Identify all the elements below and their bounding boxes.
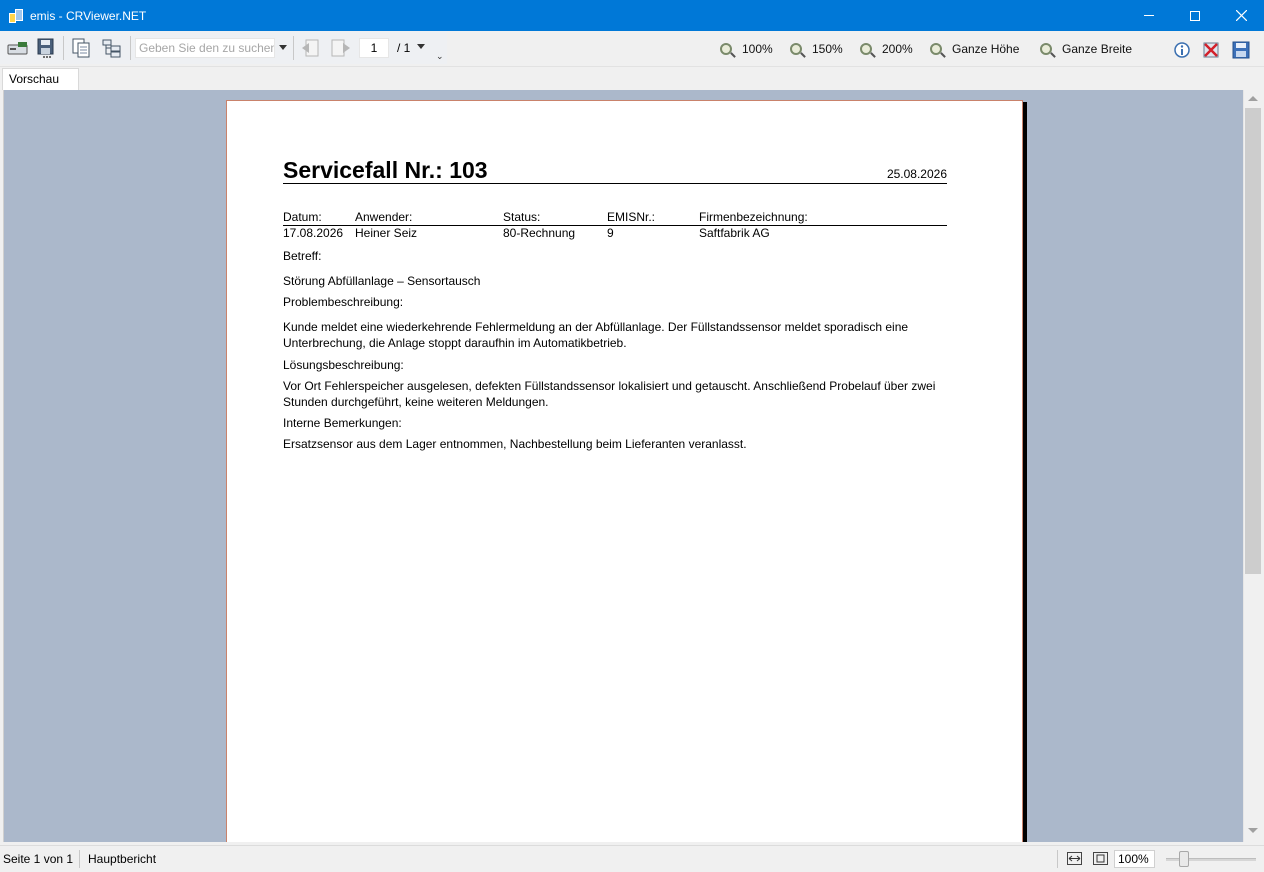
toolbar: Geben Sie den zu suchenden Text ein 1 / … <box>0 31 1264 67</box>
search-dropdown-icon[interactable] <box>279 45 287 50</box>
info-icon <box>1174 42 1190 58</box>
scroll-down-icon[interactable] <box>1248 828 1258 833</box>
report-page: Servicefall Nr.: 103 25.08.2026 Datum: A… <box>226 100 1023 842</box>
close-report-icon <box>1203 42 1219 58</box>
report-name: Hauptbericht <box>88 852 157 866</box>
zoom-value-field[interactable]: 100% <box>1114 850 1155 868</box>
minimize-icon <box>1144 15 1154 16</box>
report-print-date: 25.08.2026 <box>886 167 947 181</box>
next-page-icon <box>331 39 350 57</box>
toolbar-separator <box>63 36 64 60</box>
copy-button[interactable] <box>70 37 94 59</box>
report-preview-area[interactable]: Servicefall Nr.: 103 25.08.2026 Datum: A… <box>3 90 1243 842</box>
problem-label: Problembeschreibung: <box>283 295 404 309</box>
header-anwender: Anwender: <box>355 210 413 224</box>
zoom-full-width-button[interactable]: Ganze Breite <box>1040 39 1132 59</box>
status-separator <box>79 850 80 868</box>
value-emisnr: 9 <box>607 226 614 240</box>
header-emisnr: EMISNr.: <box>607 210 656 224</box>
page-number-input[interactable]: 1 <box>359 38 389 58</box>
title-bar: emis - CRViewer.NET <box>0 0 1264 31</box>
fit-width-icon <box>1068 855 1081 862</box>
intern-text: Ersatzsensor aus dem Lager entnommen, Na… <box>283 437 747 451</box>
close-button[interactable] <box>1218 0 1264 31</box>
group-tree-icon <box>102 39 121 58</box>
status-separator <box>1057 850 1058 868</box>
close-report-button[interactable] <box>1202 41 1220 59</box>
toolbar-overflow-icon[interactable]: ⌄ <box>436 51 444 62</box>
tab-vorschau[interactable]: Vorschau <box>2 68 79 90</box>
tab-strip: Vorschau <box>0 67 1264 90</box>
group-tree-button[interactable] <box>100 37 124 59</box>
title-underline <box>283 183 947 184</box>
zoom-icon <box>930 43 942 55</box>
save-icon <box>1232 41 1250 59</box>
next-page-button[interactable] <box>329 37 353 59</box>
value-firma: Saftfabrik AG <box>699 226 770 240</box>
betreff-text: Störung Abfüllanlage – Sensortausch <box>283 274 481 288</box>
copy-pages-icon <box>72 38 90 58</box>
zoom-icon <box>1040 43 1052 55</box>
zoom-slider-handle[interactable] <box>1179 851 1189 867</box>
toolbar-left-group: Geben Sie den zu suchenden Text ein 1 / … <box>0 31 447 64</box>
info-button[interactable] <box>1173 41 1191 59</box>
zoom-150-label: 150% <box>812 42 843 56</box>
zoom-full-height-label: Ganze Höhe <box>952 42 1020 56</box>
fit-page-button[interactable] <box>1093 852 1108 865</box>
zoom-200-label: 200% <box>882 42 913 56</box>
value-anwender: Heiner Seiz <box>355 226 418 240</box>
print-button[interactable] <box>34 37 58 59</box>
zoom-icon <box>790 43 802 55</box>
header-firma: Firmenbezeichnung: <box>699 210 808 224</box>
intern-label: Interne Bemerkungen: <box>283 416 402 430</box>
maximize-icon <box>1190 10 1200 21</box>
page-info: Seite 1 von 1 <box>3 852 74 866</box>
report-title: Servicefall Nr.: 103 <box>283 157 488 183</box>
status-bar: Seite 1 von 1 Hauptbericht 100% <box>0 845 1264 872</box>
header-datum: Datum: <box>283 210 322 224</box>
close-icon <box>1235 10 1247 21</box>
loesung-label: Lösungsbeschreibung: <box>283 358 404 372</box>
vertical-scrollbar[interactable] <box>1243 90 1261 842</box>
value-status: 80-Rechnung <box>503 226 576 240</box>
loesung-text: Vor Ort Fehlerspeicher ausgelesen, defek… <box>283 379 936 409</box>
page-dropdown-icon[interactable] <box>417 44 425 49</box>
zoom-full-height-button[interactable]: Ganze Höhe <box>930 39 1019 59</box>
zoom-150-button[interactable]: 150% <box>790 39 843 59</box>
zoom-200-button[interactable]: 200% <box>860 39 913 59</box>
maximize-button[interactable] <box>1172 0 1218 31</box>
fit-width-button[interactable] <box>1067 852 1082 865</box>
toolbar-separator <box>130 36 131 60</box>
fit-page-icon <box>1096 854 1105 863</box>
zoom-100-button[interactable]: 100% <box>720 39 773 59</box>
page-total-label: / 1 <box>397 41 411 55</box>
zoom-icon <box>860 43 872 55</box>
export-icon <box>7 42 28 55</box>
scroll-thumb[interactable] <box>1245 108 1261 574</box>
save-disk-icon <box>37 38 54 58</box>
toolbar-separator <box>293 36 294 60</box>
zoom-full-width-label: Ganze Breite <box>1062 42 1133 56</box>
previous-page-button[interactable] <box>299 37 323 59</box>
window-title: emis - CRViewer.NET <box>30 8 147 23</box>
search-input[interactable]: Geben Sie den zu suchenden Text ein <box>135 38 275 58</box>
header-status: Status: <box>503 210 541 224</box>
zoom-icon <box>720 43 732 55</box>
app-icon <box>8 8 24 24</box>
betreff-label: Betreff: <box>283 249 322 263</box>
scroll-up-icon[interactable] <box>1248 96 1258 101</box>
export-button[interactable] <box>6 37 30 59</box>
save-button[interactable] <box>1232 41 1250 59</box>
previous-page-icon <box>302 39 319 57</box>
problem-text: Kunde meldet eine wiederkehrende Fehlerm… <box>283 320 909 350</box>
value-datum: 17.08.2026 <box>283 226 344 240</box>
minimize-button[interactable] <box>1126 0 1172 31</box>
zoom-100-label: 100% <box>742 42 773 56</box>
